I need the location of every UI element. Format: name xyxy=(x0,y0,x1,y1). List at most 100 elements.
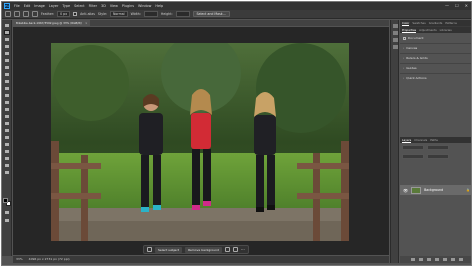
remove-background-button[interactable]: Remove background xyxy=(185,246,222,253)
section-quick-actions[interactable]: Quick Actions xyxy=(403,76,426,80)
menu-select[interactable]: Select xyxy=(74,4,84,8)
add-to-selection-icon[interactable] xyxy=(32,11,38,17)
menu-window[interactable]: Window xyxy=(138,4,151,8)
layer-filter-select[interactable] xyxy=(402,145,424,150)
opacity-field[interactable] xyxy=(402,154,424,159)
transform-icon[interactable] xyxy=(224,247,230,252)
eyedropper-tool-icon[interactable] xyxy=(4,65,10,70)
menu-3d[interactable]: 3D xyxy=(101,4,106,8)
menu-filter[interactable]: Filter xyxy=(89,4,97,8)
new-selection-icon[interactable] xyxy=(23,11,29,17)
close-document-icon[interactable]: × xyxy=(85,20,87,26)
healing-brush-tool-icon[interactable] xyxy=(4,72,10,77)
history-brush-tool-icon[interactable] xyxy=(4,93,10,98)
menu-help[interactable]: Help xyxy=(155,4,163,8)
adjustment-layer-icon[interactable] xyxy=(434,258,439,261)
select-subject-button[interactable]: Select subject xyxy=(155,246,183,253)
new-group-icon[interactable] xyxy=(442,258,447,261)
hand-tool-icon[interactable] xyxy=(4,156,10,161)
tab-layers[interactable]: Layers xyxy=(402,138,412,143)
add-mask-icon[interactable] xyxy=(426,258,431,261)
layers-footer xyxy=(400,256,471,263)
right-panels: Color Swatches Gradients Patterns Proper… xyxy=(400,20,471,263)
more-options-button[interactable]: ··· xyxy=(241,247,245,252)
zoom-level[interactable]: 33% xyxy=(16,256,23,263)
document-image[interactable] xyxy=(51,43,349,241)
tab-color[interactable]: Color xyxy=(402,21,410,26)
quick-mask-icon[interactable] xyxy=(4,210,10,215)
layer-name[interactable]: Background xyxy=(424,188,443,192)
tab-channels[interactable]: Channels xyxy=(414,138,427,142)
close-button[interactable]: ✕ xyxy=(465,3,468,8)
width-input[interactable] xyxy=(143,11,158,17)
path-selection-tool-icon[interactable] xyxy=(4,142,10,147)
menu-edit[interactable]: Edit xyxy=(24,4,31,8)
divider xyxy=(400,73,471,74)
foreground-color-swatch[interactable] xyxy=(3,198,8,203)
crop-icon[interactable] xyxy=(232,247,238,252)
menu-type[interactable]: Type xyxy=(62,4,70,8)
screen-mode-icon[interactable] xyxy=(4,218,10,223)
marquee-tool-icon[interactable] xyxy=(4,30,10,35)
photoshop-window: Ps File Edit Image Layer Type Select Fil… xyxy=(1,1,472,266)
history-panel-icon[interactable] xyxy=(393,24,398,28)
layer-style-icon[interactable] xyxy=(418,258,423,261)
minimize-button[interactable]: — xyxy=(445,3,449,8)
height-input[interactable] xyxy=(175,11,190,17)
frame-tool-icon[interactable] xyxy=(4,58,10,63)
new-layer-icon[interactable] xyxy=(450,258,455,261)
crop-tool-icon[interactable] xyxy=(4,51,10,56)
lasso-tool-icon[interactable] xyxy=(4,37,10,42)
antialias-checkbox[interactable] xyxy=(73,12,78,16)
home-icon[interactable] xyxy=(5,11,11,17)
marquee-tool-preset-icon[interactable] xyxy=(14,11,20,17)
document-tab[interactable]: Bikebike-back-1967/3592.jpeg @ 33% (RGB/… xyxy=(13,20,91,26)
divider xyxy=(400,53,471,54)
gradient-tool-icon[interactable] xyxy=(4,107,10,112)
menu-file[interactable]: File xyxy=(14,4,20,8)
feather-input[interactable]: 0 px xyxy=(57,11,71,17)
color-swatches[interactable] xyxy=(3,198,11,206)
style-select[interactable]: Normal xyxy=(110,11,128,17)
more-tools-icon[interactable] xyxy=(4,170,10,175)
tab-properties[interactable]: Properties xyxy=(402,28,417,33)
link-layers-icon[interactable] xyxy=(410,258,415,261)
menu-view[interactable]: View xyxy=(110,4,118,8)
tools-panel xyxy=(2,20,12,256)
adjustments-panel-icon[interactable] xyxy=(393,31,398,35)
maximize-button[interactable]: ☐ xyxy=(455,3,459,8)
rectangle-tool-icon[interactable] xyxy=(4,149,10,154)
type-tool-icon[interactable] xyxy=(4,135,10,140)
layer-row[interactable]: 👁 Background 🔒 xyxy=(400,185,471,195)
delete-layer-icon[interactable] xyxy=(458,258,463,261)
visibility-eye-icon[interactable]: 👁 xyxy=(403,188,408,193)
menu-plugins[interactable]: Plugins xyxy=(122,4,134,8)
section-rulers-grids[interactable]: Rulers & Grids xyxy=(403,56,427,60)
object-selection-tool-icon[interactable] xyxy=(4,44,10,49)
tab-adjustments[interactable]: Adjustments xyxy=(419,28,437,32)
tab-swatches[interactable]: Swatches xyxy=(412,21,425,25)
brush-tool-icon[interactable] xyxy=(4,79,10,84)
tab-patterns[interactable]: Patterns xyxy=(445,21,457,25)
section-canvas[interactable]: Canvas xyxy=(403,46,417,50)
menu-image[interactable]: Image xyxy=(34,4,45,8)
clone-stamp-tool-icon[interactable] xyxy=(4,86,10,91)
move-tool-icon[interactable] xyxy=(4,23,10,28)
tab-paths[interactable]: Paths xyxy=(430,138,438,142)
menu-layer[interactable]: Layer xyxy=(49,4,58,8)
eraser-tool-icon[interactable] xyxy=(4,100,10,105)
tab-gradients[interactable]: Gradients xyxy=(429,21,443,25)
canvas-area[interactable]: Select subject Remove background ··· xyxy=(13,27,389,255)
fill-field[interactable] xyxy=(427,154,449,159)
pen-tool-icon[interactable] xyxy=(4,128,10,133)
blend-mode-select[interactable] xyxy=(427,145,449,150)
brush-panel-icon[interactable] xyxy=(393,38,398,42)
section-guides[interactable]: Guides xyxy=(403,66,416,70)
dodge-tool-icon[interactable] xyxy=(4,121,10,126)
select-and-mask-button[interactable]: Select and Mask... xyxy=(192,11,230,17)
blur-tool-icon[interactable] xyxy=(4,114,10,119)
drag-handle-icon[interactable] xyxy=(147,247,152,252)
zoom-tool-icon[interactable] xyxy=(4,163,10,168)
tab-libraries[interactable]: Libraries xyxy=(440,28,452,32)
character-panel-icon[interactable] xyxy=(393,45,398,49)
